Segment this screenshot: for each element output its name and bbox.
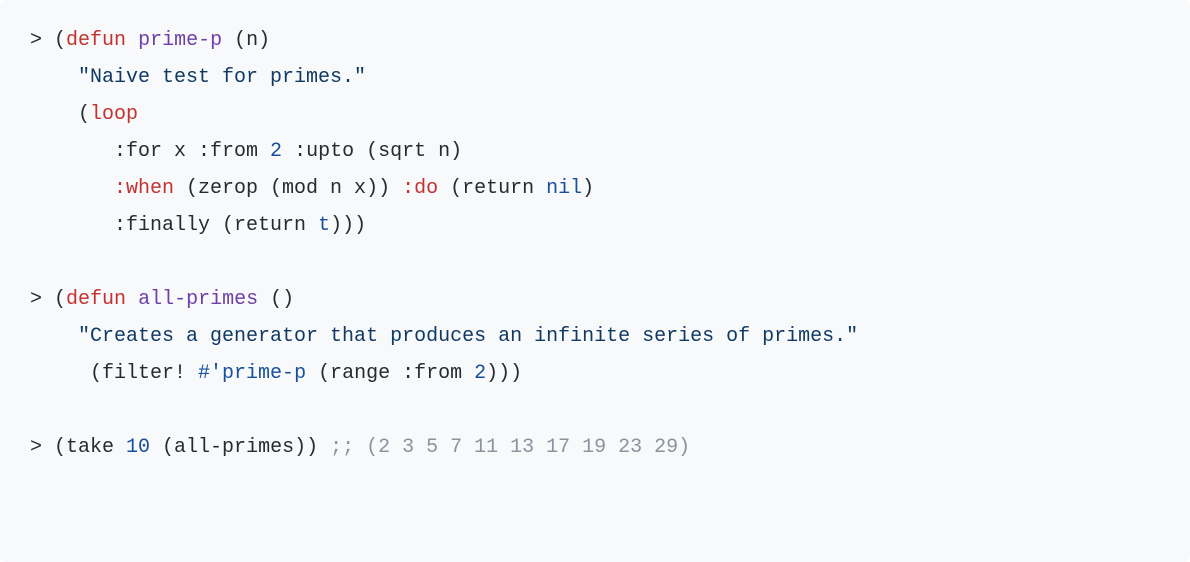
- repl-prompt: >: [30, 288, 54, 311]
- filter-open: (filter!: [90, 362, 198, 385]
- paren-close: ))): [486, 362, 522, 385]
- number-2: 2: [270, 140, 282, 163]
- take-open: (take: [54, 436, 126, 459]
- indent: [30, 177, 114, 200]
- number-10: 10: [126, 436, 150, 459]
- indent: [30, 325, 78, 348]
- when-keyword: :when: [114, 177, 174, 200]
- number-2: 2: [474, 362, 486, 385]
- indent: [30, 140, 114, 163]
- paren-open: (: [78, 103, 90, 126]
- defun-keyword: defun: [66, 29, 126, 52]
- defun-keyword: defun: [66, 288, 126, 311]
- function-name-prime-p: prime-p: [138, 29, 222, 52]
- t-literal: t: [318, 214, 330, 237]
- hashquote-prime-p: #'prime-p: [198, 362, 306, 385]
- paren-open: (: [54, 29, 66, 52]
- loop-keyword: loop: [90, 103, 138, 126]
- upto-segment: :upto (sqrt n): [282, 140, 462, 163]
- comment-result: ;; (2 3 5 7 11 13 17 19 23 29): [330, 436, 690, 459]
- return-open: (return: [438, 177, 546, 200]
- code-content: > (defun prime-p (n) "Naive test for pri…: [30, 22, 1160, 466]
- indent: [30, 362, 90, 385]
- paren-open: (: [54, 288, 66, 311]
- code-block: > (defun prime-p (n) "Naive test for pri…: [0, 0, 1190, 562]
- docstring-all-primes: "Creates a generator that produces an in…: [78, 325, 858, 348]
- function-name-all-primes: all-primes: [138, 288, 258, 311]
- repl-prompt: >: [30, 436, 54, 459]
- space: [126, 288, 138, 311]
- params-prime-p: (n): [222, 29, 270, 52]
- paren-close: ))): [330, 214, 366, 237]
- nil-literal: nil: [546, 177, 582, 200]
- indent: [30, 214, 114, 237]
- indent: [30, 103, 78, 126]
- range-segment: (range :from: [306, 362, 474, 385]
- for-segment: :for x :from: [114, 140, 270, 163]
- when-body: (zerop (mod n x)): [174, 177, 402, 200]
- take-rest: (all-primes)): [150, 436, 330, 459]
- repl-prompt: >: [30, 29, 54, 52]
- params-all-primes: (): [258, 288, 294, 311]
- space: [126, 29, 138, 52]
- paren-close: ): [582, 177, 594, 200]
- do-keyword: :do: [402, 177, 438, 200]
- indent: [30, 66, 78, 89]
- docstring-prime-p: "Naive test for primes.": [78, 66, 366, 89]
- finally-segment: :finally (return: [114, 214, 318, 237]
